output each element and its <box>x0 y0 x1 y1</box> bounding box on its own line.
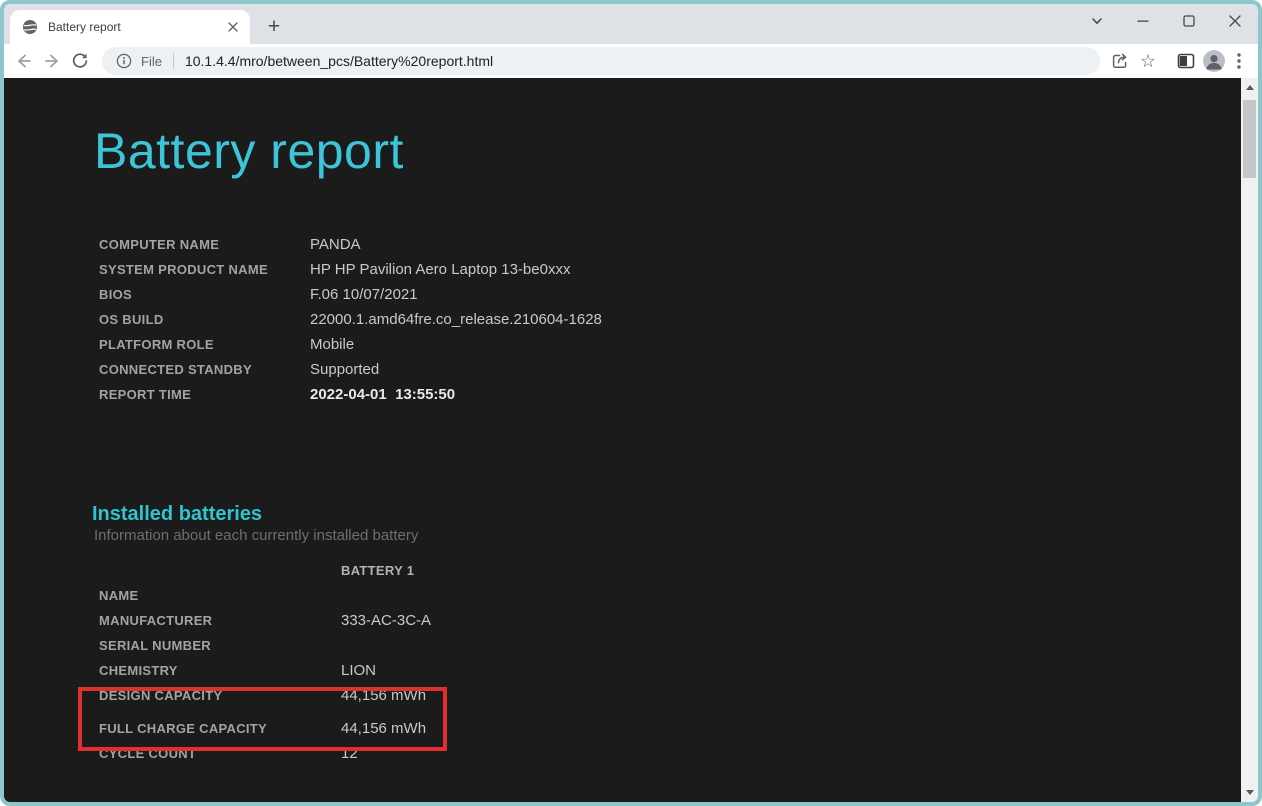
side-panel-icon[interactable] <box>1172 47 1200 75</box>
maximize-button[interactable] <box>1166 4 1212 38</box>
globe-favicon-icon <box>22 19 38 35</box>
table-row-full-charge-capacity: FULL CHARGE CAPACITY 44,156 mWh <box>99 720 427 737</box>
minimize-button[interactable] <box>1120 4 1166 38</box>
toolbar-right-icons: ☆ <box>1106 47 1250 75</box>
browser-tab[interactable]: Battery report <box>10 10 250 44</box>
url-divider <box>172 53 174 69</box>
page-title: Battery report <box>94 123 404 179</box>
url-scheme-label: File <box>141 53 162 69</box>
scroll-up-icon[interactable] <box>1245 85 1254 90</box>
table-row: MANUFACTURER 333-AC-3C-A <box>99 612 432 629</box>
browser-toolbar: File 10.1.4.4/mro/between_pcs/Battery%20… <box>4 44 1258 78</box>
table-row: OS BUILD 22000.1.amd64fre.co_release.210… <box>99 311 602 328</box>
back-icon[interactable] <box>10 47 38 75</box>
new-tab-button[interactable]: + <box>260 13 288 41</box>
info-icon[interactable] <box>116 53 132 69</box>
tab-strip: Battery report + <box>4 4 1258 44</box>
close-window-button[interactable] <box>1212 4 1258 38</box>
section-subtitle: Information about each currently install… <box>94 527 419 544</box>
refresh-icon[interactable] <box>66 47 94 75</box>
table-row: BIOS F.06 10/07/2021 <box>99 286 418 303</box>
bookmark-star-icon[interactable]: ☆ <box>1134 47 1162 75</box>
scrollbar-thumb[interactable] <box>1243 100 1256 178</box>
page-viewport: Battery report COMPUTER NAME PANDA SYSTE… <box>4 78 1258 802</box>
address-bar[interactable]: File 10.1.4.4/mro/between_pcs/Battery%20… <box>102 47 1100 75</box>
battery-report: Battery report COMPUTER NAME PANDA SYSTE… <box>4 78 1258 766</box>
tab-close-icon[interactable] <box>224 18 242 36</box>
table-row: CYCLE COUNT 12 <box>99 745 358 762</box>
window-controls <box>1074 4 1258 38</box>
url-text: 10.1.4.4/mro/between_pcs/Battery%20repor… <box>184 53 494 69</box>
table-row: CHEMISTRY LION <box>99 662 377 679</box>
table-header-row: BATTERY 1 <box>99 558 1258 583</box>
share-icon[interactable] <box>1106 47 1134 75</box>
kebab-menu-icon[interactable] <box>1228 47 1250 75</box>
table-row-design-capacity: DESIGN CAPACITY 44,156 mWh <box>99 687 427 704</box>
table-row-report-time: REPORT TIME 2022-04-01 13:55:50 <box>99 386 456 403</box>
table-row: COMPUTER NAME PANDA <box>99 236 361 253</box>
forward-icon[interactable] <box>38 47 66 75</box>
scroll-down-icon[interactable] <box>1245 790 1254 795</box>
battery-column-header: BATTERY 1 <box>341 563 415 578</box>
table-row: SYSTEM PRODUCT NAME HP HP Pavilion Aero … <box>99 261 571 278</box>
profile-avatar[interactable] <box>1200 47 1228 75</box>
installed-batteries-table: BATTERY 1 NAME MANUFACTURER 333-AC-3C-A … <box>99 558 1258 766</box>
screenshot-frame: Battery report + File 10.1.4.4/mro/betwe… <box>0 0 1262 806</box>
table-row: CONNECTED STANDBY Supported <box>99 361 380 378</box>
system-info-table: COMPUTER NAME PANDA SYSTEM PRODUCT NAME … <box>99 232 1258 407</box>
table-row: SERIAL NUMBER <box>99 638 212 653</box>
table-row: PLATFORM ROLE Mobile <box>99 336 355 353</box>
tab-title: Battery report <box>48 20 121 34</box>
chevron-down-icon[interactable] <box>1074 4 1120 38</box>
table-row: NAME <box>99 588 139 603</box>
vertical-scrollbar[interactable] <box>1241 78 1258 802</box>
section-heading: Installed batteries <box>92 503 263 525</box>
